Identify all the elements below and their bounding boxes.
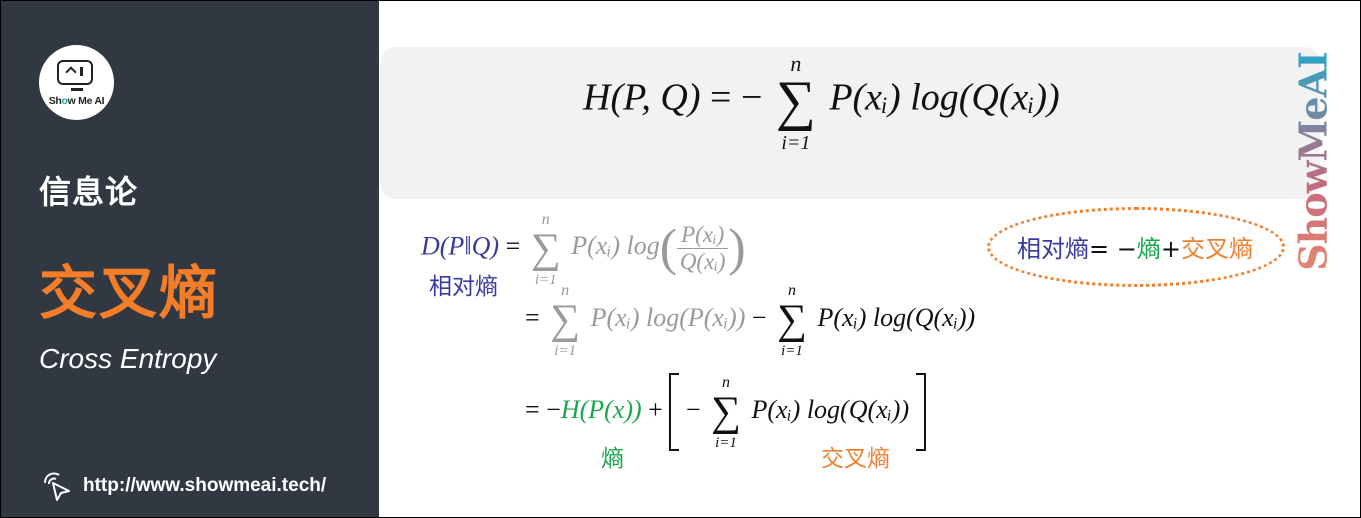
- sum-upper: n: [541, 210, 550, 228]
- summation-symbol: ∑ n i=1: [775, 51, 816, 154]
- showmeai-logo[interactable]: Show Me AI: [39, 45, 114, 120]
- summation-symbol: ∑ n i=1: [777, 282, 807, 359]
- left-bracket: [669, 373, 680, 451]
- cross-entropy-term: P(xᵢ) log(Q(xᵢ)): [751, 394, 910, 424]
- summation-symbol: ∑ n i=1: [711, 374, 741, 451]
- line2-entropy-term: P(xᵢ) log(P(xᵢ)): [590, 302, 746, 332]
- fraction-denominator: Q(xᵢ): [679, 249, 726, 274]
- showmeai-watermark: ShowMeAI: [1291, 41, 1336, 277]
- formula-lhs: H(P, Q): [583, 76, 701, 119]
- website-url[interactable]: http://www.showmeai.tech/: [83, 475, 326, 497]
- line3-plus: +: [648, 394, 663, 424]
- kl-label: 相对熵: [429, 274, 498, 300]
- robot-screen-icon: [57, 60, 93, 85]
- entropy-label: 熵: [601, 446, 624, 472]
- line3-minus: −: [685, 394, 701, 424]
- right-paren: ): [728, 220, 746, 277]
- topic-heading: 信息论: [39, 174, 139, 210]
- fraction-numerator: P(xᵢ): [677, 222, 729, 249]
- line1-term: P(xᵢ) log: [571, 231, 660, 261]
- line2-eq: =: [525, 302, 540, 332]
- formula-eq: = −: [710, 76, 763, 119]
- line2-cross-term: P(xᵢ) log(Q(xᵢ)): [817, 302, 976, 332]
- note-eq: = −: [1089, 235, 1137, 263]
- note-cross-entropy: 交叉熵: [1180, 235, 1253, 263]
- logo-text-suffix: w Me AI: [67, 95, 105, 107]
- sum-upper: n: [561, 282, 570, 299]
- sum-lower: i=1: [554, 343, 577, 359]
- note-relative-entropy: 相对熵: [1017, 235, 1089, 263]
- logo-brand-text: Show Me AI: [39, 95, 114, 107]
- click-cursor-icon: [44, 472, 70, 501]
- formula-rhs: P(xᵢ) log(Q(xᵢ)): [829, 76, 1060, 119]
- derivation-line-2: = ∑ n i=1 P(xᵢ) log(P(xᵢ)) − ∑ n i=1 P(xᵢ) l…: [525, 282, 976, 359]
- logo-text-prefix: Sh: [48, 95, 62, 107]
- sum-lower: i=1: [781, 132, 811, 154]
- robot-eye-caret-icon: [65, 66, 77, 78]
- line2-minus: −: [751, 302, 767, 332]
- note-plus: +: [1160, 235, 1181, 263]
- title-chinese: 交叉熵: [39, 261, 220, 326]
- robot-stand-icon: [71, 88, 83, 91]
- summation-symbol: ∑ n i=1: [550, 282, 581, 359]
- sidebar: Show Me AI 信息论 交叉熵 Cross Entropy http://…: [1, 1, 379, 517]
- title-english: Cross Entropy: [39, 343, 217, 374]
- entropy-term: H(P(x)): [560, 394, 642, 424]
- watermark-text: ShowMeAI: [1291, 44, 1336, 280]
- robot-eye-bar-icon: [80, 67, 83, 76]
- slide: Show Me AI 信息论 交叉熵 Cross Entropy http://…: [0, 0, 1361, 518]
- fraction: P(xᵢ) Q(xᵢ): [677, 222, 729, 275]
- cross-entropy-label: 交叉熵: [821, 446, 890, 472]
- sum-lower: i=1: [715, 435, 737, 451]
- line3-eq: = −: [525, 394, 561, 424]
- website-link[interactable]: http://www.showmeai.tech/: [39, 469, 326, 503]
- kl-divergence-lhs: D(P‖Q): [421, 231, 500, 261]
- sum-upper: n: [721, 374, 730, 391]
- left-paren: (: [659, 220, 678, 277]
- sum-upper: n: [790, 51, 802, 76]
- summation-symbol: ∑ n i=1: [530, 210, 561, 288]
- note-text: 相对熵= −熵+交叉熵: [1017, 229, 1253, 264]
- line1-eq: =: [505, 231, 521, 261]
- note-entropy: 熵: [1136, 235, 1161, 263]
- sum-upper: n: [788, 282, 797, 299]
- right-bracket: [915, 373, 926, 451]
- sum-lower: i=1: [781, 343, 803, 359]
- cross-entropy-formula: H(P, Q) = − ∑ n i=1 P(xᵢ) log(Q(xᵢ)): [583, 51, 1060, 154]
